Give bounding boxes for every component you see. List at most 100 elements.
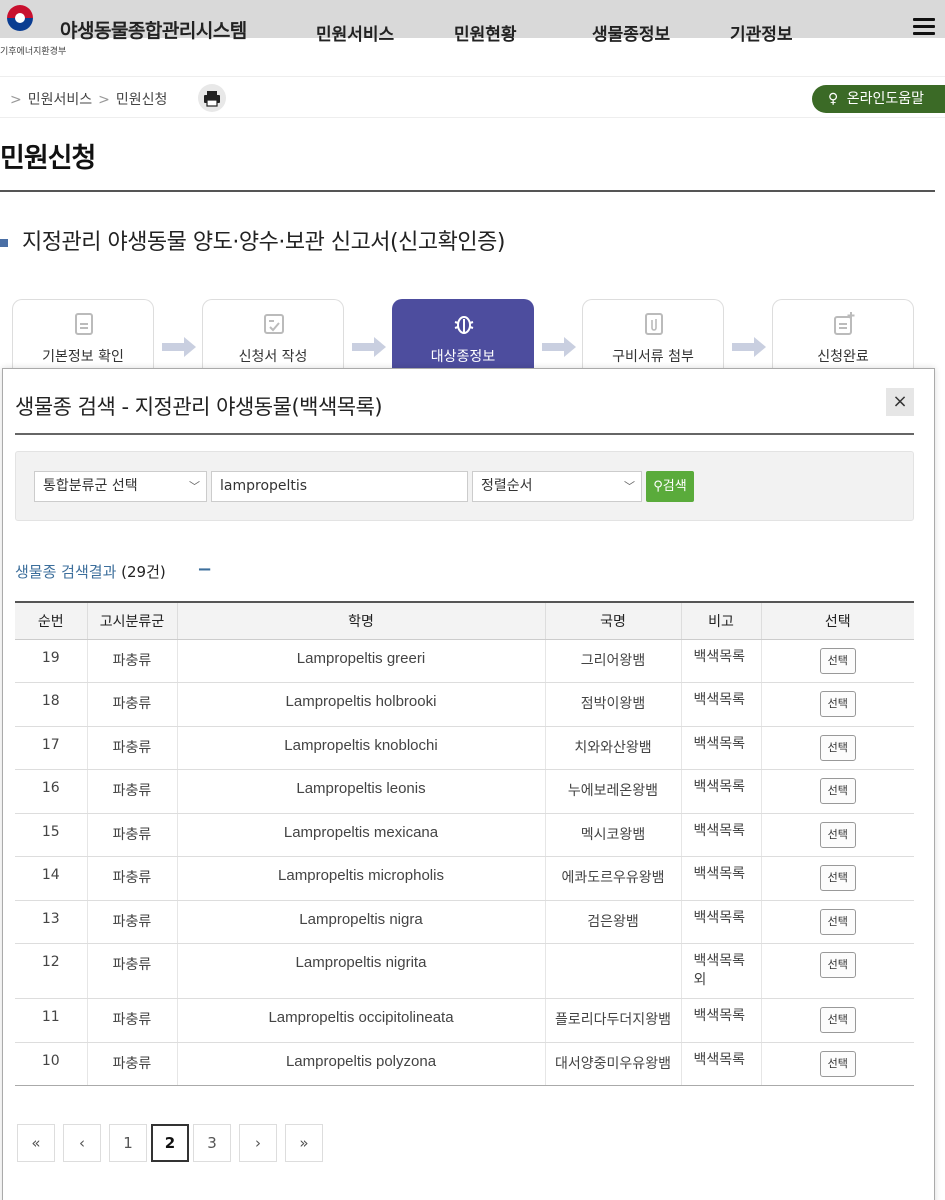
select-button[interactable]: 선택 — [819, 1050, 856, 1077]
print-icon — [204, 91, 220, 107]
result-title: 생물종 검색결과 (29건) — [15, 561, 166, 582]
row-select-cell: 선택 — [761, 639, 914, 683]
result-count: (29건) — [121, 563, 166, 581]
prev-page-button[interactable]: ‹ — [63, 1124, 101, 1162]
select-button[interactable]: 선택 — [819, 865, 856, 891]
step-basic-info: 기본정보 확인 — [12, 299, 154, 369]
column-header: 학명 — [177, 601, 546, 640]
last-page-button[interactable]: » — [285, 1124, 323, 1162]
row-taxon-group: 파충류 — [87, 856, 178, 901]
online-help-label: 온라인도움말 — [846, 91, 924, 107]
search-button-label: 검색 — [662, 479, 687, 494]
row-select-cell: 선택 — [761, 998, 914, 1043]
breadcrumb: > 민원서비스 > 민원신청 — [4, 89, 167, 109]
table-row: 19 파충류 Lampropeltis greeri 그리어왕뱀 백색목록 선택 — [15, 639, 914, 683]
sort-select[interactable]: 정렬순서 ﹀ — [472, 471, 642, 502]
nav-civil-status[interactable]: 민원현황 — [454, 20, 517, 45]
arrow-right-icon — [542, 337, 576, 357]
row-number: 15 — [15, 813, 88, 857]
select-button[interactable]: 선택 — [819, 691, 856, 717]
row-select-cell: 선택 — [761, 726, 914, 770]
bullet-icon — [0, 239, 8, 247]
row-korean-name: 대서양중미우유왕뱀 — [545, 1042, 682, 1086]
row-scientific-name: Lampropeltis nigra — [177, 900, 546, 944]
top-header: 야생동물종합관리시스템 민원서비스 민원현황 생물종정보 기관정보 — [0, 0, 945, 45]
collapse-toggle[interactable]: − — [197, 559, 212, 580]
step-label: 기본정보 확인 — [42, 349, 124, 365]
page-button-2-current[interactable]: 2 — [151, 1124, 189, 1162]
modal-title: 생물종 검색 - 지정관리 야생동물(백색목록) — [15, 395, 383, 419]
search-button[interactable]: ⚲검색 — [646, 471, 694, 502]
search-panel: 통합분류군 선택 ﹀ lampropeltis 정렬순서 ﹀ ⚲검색 — [15, 451, 914, 521]
select-button[interactable]: 선택 — [819, 1007, 856, 1033]
row-scientific-name: Lampropeltis knoblochi — [177, 726, 546, 770]
arrow-right-icon — [162, 337, 196, 357]
table-row: 14 파충류 Lampropeltis micropholis 에콰도르우유왕뱀 백색목… — [15, 856, 914, 901]
category-select-value: 통합분류군 선택 — [43, 478, 138, 494]
row-number: 13 — [15, 900, 88, 944]
species-result-table: 순번 고시분류군 학명 국명 비고 선택 19 파충류 Lampropeltis g… — [15, 601, 914, 1086]
row-note: 백색목록 — [681, 998, 762, 1043]
select-button[interactable]: 선택 — [819, 647, 856, 674]
select-button[interactable]: 선택 — [819, 778, 856, 804]
first-page-button[interactable]: « — [17, 1124, 55, 1162]
step-complete: 신청완료 — [772, 299, 914, 369]
arrow-right-icon — [352, 337, 386, 357]
ministry-name: 기후에너지환경부 — [0, 47, 67, 57]
row-select-cell: 선택 — [761, 1042, 914, 1086]
page-button-1[interactable]: 1 — [109, 1124, 147, 1162]
table-header-row: 순번 고시분류군 학명 국명 비고 선택 — [15, 601, 914, 640]
row-scientific-name: Lampropeltis micropholis — [177, 856, 546, 901]
breadcrumb-item-civil-service[interactable]: 민원서비스 — [28, 92, 92, 108]
hamburger-menu-icon[interactable] — [913, 18, 935, 36]
row-note: 백색목록 — [681, 856, 762, 901]
result-label: 생물종 검색결과 — [15, 563, 117, 581]
keyword-input[interactable]: lampropeltis — [211, 471, 468, 502]
site-title[interactable]: 야생동물종합관리시스템 — [60, 16, 247, 43]
close-icon[interactable]: × — [886, 388, 914, 416]
row-taxon-group: 파충류 — [87, 943, 178, 999]
row-number: 11 — [15, 998, 88, 1043]
select-button[interactable]: 선택 — [819, 952, 856, 978]
step-label: 신청완료 — [817, 349, 869, 365]
column-header: 순번 — [15, 601, 88, 640]
row-number: 17 — [15, 726, 88, 770]
chevron-right-icon: > — [98, 92, 110, 108]
table-row: 18 파충류 Lampropeltis holbrooki 점박이왕뱀 백색목록 선택 — [15, 682, 914, 727]
row-number: 12 — [15, 943, 88, 999]
breadcrumb-row: > 민원서비스 > 민원신청 ♀ 온라인도움말 — [0, 76, 945, 118]
row-taxon-group: 파충류 — [87, 900, 178, 944]
select-button[interactable]: 선택 — [819, 908, 856, 935]
category-select[interactable]: 통합분류군 선택 ﹀ — [34, 471, 207, 502]
select-button[interactable]: 선택 — [819, 734, 856, 761]
row-note: 백색목록 — [681, 726, 762, 770]
nav-species-info[interactable]: 생물종정보 — [592, 20, 670, 45]
step-target-species: 대상종정보 — [392, 299, 534, 369]
step-label: 대상종정보 — [430, 349, 496, 365]
select-button[interactable]: 선택 — [819, 821, 856, 848]
lightbulb-icon: ♀ — [828, 91, 839, 107]
breadcrumb-item-application[interactable]: 민원신청 — [116, 92, 168, 108]
page-button-3[interactable]: 3 — [193, 1124, 231, 1162]
row-note: 백색목록 — [681, 639, 762, 683]
table-row: 11 파충류 Lampropeltis occipitolineata 플로리다두더지… — [15, 998, 914, 1043]
chevron-down-icon: ﹀ — [624, 480, 635, 493]
document-icon — [75, 313, 93, 335]
next-page-button[interactable]: › — [239, 1124, 277, 1162]
step-write-form: 신청서 작성 — [202, 299, 344, 369]
row-korean-name: 검은왕뱀 — [545, 900, 682, 944]
row-select-cell: 선택 — [761, 900, 914, 944]
nav-agency-info[interactable]: 기관정보 — [730, 20, 793, 45]
table-row: 10 파충류 Lampropeltis polyzona 대서양중미우유왕뱀 백색목록 선… — [15, 1042, 914, 1086]
row-note: 백색목록 외 — [681, 943, 762, 999]
print-button[interactable] — [198, 84, 226, 112]
nav-civil-service[interactable]: 민원서비스 — [316, 20, 394, 45]
table-row: 15 파충류 Lampropeltis mexicana 멕시코왕뱀 백색목록 선택 — [15, 813, 914, 857]
government-logo-icon[interactable] — [0, 2, 44, 32]
row-korean-name: 누에보레온왕뱀 — [545, 769, 682, 814]
application-steps: 기본정보 확인 신청서 작성 대상종정보 구비서류 첨부 신청완료 — [12, 299, 932, 369]
row-korean-name: 플로리다두더지왕뱀 — [545, 998, 682, 1043]
row-korean-name: 멕시코왕뱀 — [545, 813, 682, 857]
table-row: 12 파충류 Lampropeltis nigrita 백색목록 외 선택 — [15, 943, 914, 999]
online-help-button[interactable]: ♀ 온라인도움말 — [812, 85, 945, 113]
